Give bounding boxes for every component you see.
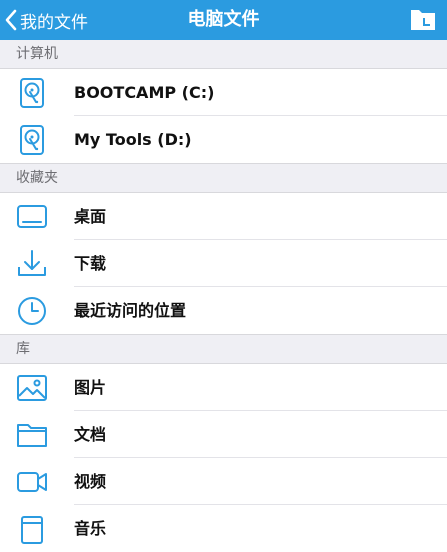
- list-item-label: BOOTCAMP (C:): [74, 83, 215, 102]
- hard-drive-icon: [20, 125, 44, 155]
- folder-icon: [17, 424, 47, 447]
- list-item-label: 桌面: [74, 207, 107, 226]
- list-item-drive-c[interactable]: BOOTCAMP (C:): [0, 69, 447, 116]
- folder-chart-icon: [411, 10, 435, 30]
- clock-icon: [18, 297, 46, 325]
- video-camera-icon: [17, 472, 47, 492]
- list-item-desktop[interactable]: 桌面: [0, 193, 447, 240]
- list-item-label: 最近访问的位置: [74, 301, 187, 320]
- download-icon: [18, 250, 46, 276]
- list-item-label: 文档: [74, 425, 107, 444]
- list-item-drive-d[interactable]: My Tools (D:): [0, 116, 447, 163]
- desktop-icon: [17, 205, 47, 228]
- list-item-label: 下载: [74, 254, 107, 273]
- back-label: 我的文件: [20, 12, 88, 33]
- chevron-left-icon: [5, 9, 17, 31]
- list-item-music[interactable]: 音乐: [0, 505, 447, 552]
- list-item-recent[interactable]: 最近访问的位置: [0, 287, 447, 334]
- list-item-label: My Tools (D:): [74, 130, 192, 149]
- list-item-videos[interactable]: 视频: [0, 458, 447, 505]
- image-icon: [17, 375, 47, 401]
- list-item-downloads[interactable]: 下载: [0, 240, 447, 287]
- list-item-label: 图片: [74, 378, 107, 397]
- folder-chart-button[interactable]: [409, 6, 437, 32]
- back-button[interactable]: 我的文件: [4, 0, 88, 40]
- list-item-pictures[interactable]: 图片: [0, 364, 447, 411]
- section-header-favorites: 收藏夹: [0, 164, 447, 193]
- section-header-library: 库: [0, 335, 447, 364]
- navigation-bar: 我的文件 电脑文件: [0, 0, 447, 40]
- list-item-label: 视频: [74, 472, 107, 491]
- music-icon: [21, 516, 43, 544]
- list-item-label: 音乐: [74, 519, 107, 538]
- section-header-computer: 计算机: [0, 40, 447, 69]
- hard-drive-icon: [20, 78, 44, 108]
- list-item-documents[interactable]: 文档: [0, 411, 447, 458]
